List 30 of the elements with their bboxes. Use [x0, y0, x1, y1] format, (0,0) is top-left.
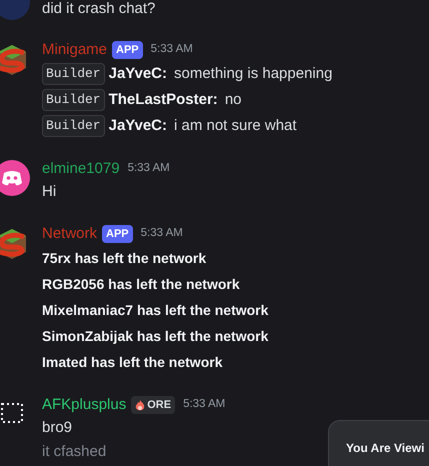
message-text: RGB2056 has left the network: [42, 274, 240, 294]
toast-text: You Are Viewi: [346, 441, 424, 455]
app-tag: APP: [102, 224, 133, 244]
message-author[interactable]: TheLastPoster:: [108, 88, 218, 112]
message-text: bro9: [42, 418, 72, 438]
message-text: i am not sure what: [174, 116, 297, 136]
role-tag: Builder: [42, 115, 105, 137]
username[interactable]: elmine1079: [42, 158, 120, 180]
message-text: Imated has left the network: [42, 352, 222, 372]
discord-avatar-icon[interactable]: [0, 160, 30, 196]
message-text: no: [224, 90, 242, 110]
timestamp: 5:33 AM: [183, 397, 226, 412]
role-tag: Builder: [42, 89, 105, 111]
message-text: Hi: [42, 182, 56, 202]
message-text: SimonZabijak has left the network: [42, 326, 268, 346]
message-text: did it crash chat?: [42, 0, 156, 20]
timestamp: 5:33 AM: [150, 42, 193, 58]
message-text: Mixelmaniac7 has left the network: [42, 300, 268, 320]
message-text: something is happening: [174, 64, 332, 84]
flame-icon: [135, 400, 146, 410]
username[interactable]: AFKplusplus: [42, 394, 126, 416]
app-tag: APP: [112, 40, 143, 60]
message-author[interactable]: JaYveC:: [108, 62, 167, 86]
role-tag: Builder: [42, 63, 105, 85]
message-text: it cfashed: [42, 442, 106, 462]
message-author[interactable]: JaYveC:: [108, 114, 167, 138]
timestamp: 5:33 AM: [128, 161, 170, 176]
timestamp: 5:33 AM: [140, 226, 183, 242]
guild-tag-text: ORE: [147, 398, 172, 413]
message-text: 75rx has left the network: [42, 248, 206, 268]
